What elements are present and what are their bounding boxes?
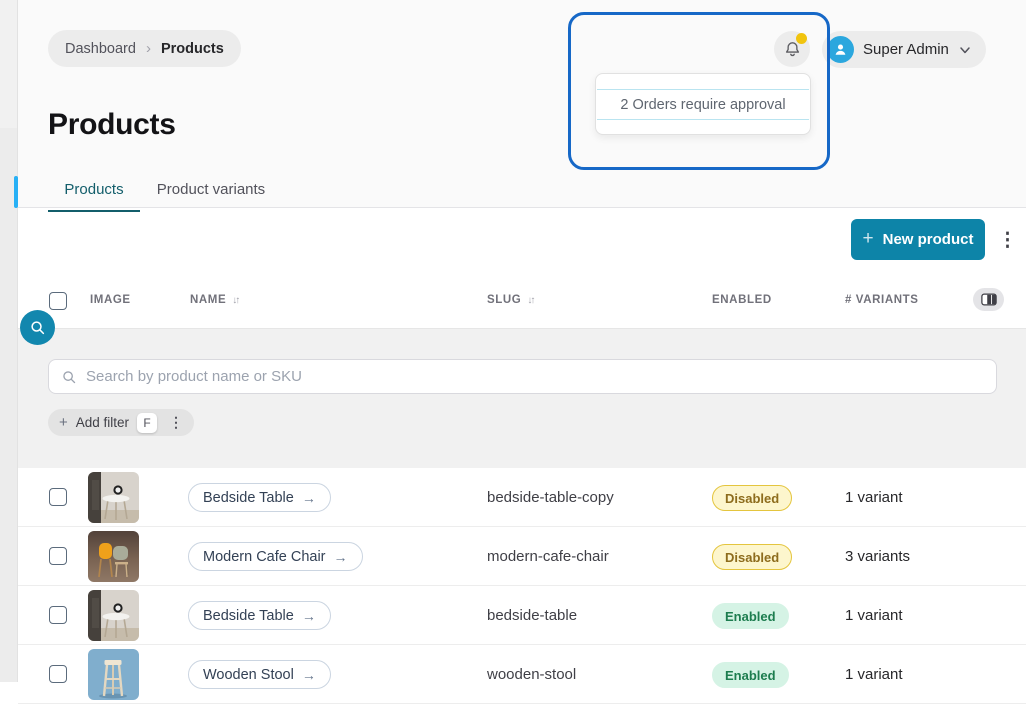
search-bar — [48, 359, 997, 394]
variant-count: 1 variant — [845, 666, 903, 683]
column-header-name[interactable]: NAME ↓↑ — [190, 294, 238, 306]
status-badge: Disabled — [712, 544, 792, 570]
row-checkbox[interactable] — [49, 488, 67, 506]
product-table-body: Bedside Table → bedside-table-copy Disab… — [18, 468, 1026, 704]
notification-popup[interactable]: 2 Orders require approval — [595, 73, 811, 135]
page-title: Products — [48, 108, 176, 142]
status-badge: Enabled — [712, 603, 789, 629]
add-filter-label: Add filter — [76, 415, 129, 430]
table-row: Bedside Table → bedside-table-copy Disab… — [18, 468, 1026, 527]
column-header-slug[interactable]: SLUG ↓↑ — [487, 294, 533, 306]
status-badge: Enabled — [712, 662, 789, 688]
chevron-down-icon — [958, 43, 972, 57]
breadcrumb-current: Products — [161, 41, 224, 57]
plus-icon: + — [59, 414, 68, 431]
table-row: Modern Cafe Chair → modern-cafe-chair Di… — [18, 527, 1026, 586]
row-checkbox[interactable] — [49, 547, 67, 565]
popup-divider — [597, 119, 809, 120]
breadcrumb-separator-icon: › — [146, 40, 151, 57]
product-slug: bedside-table-copy — [487, 489, 614, 506]
arrow-right-icon: → — [302, 490, 316, 506]
add-filter-button[interactable]: + Add filter F ⋮ — [48, 409, 194, 436]
product-name-link[interactable]: Bedside Table → — [188, 483, 331, 512]
arrow-right-icon: → — [334, 549, 348, 565]
search-icon — [61, 369, 77, 385]
filter-panel — [18, 328, 1026, 468]
product-image — [88, 472, 139, 523]
product-slug: modern-cafe-chair — [487, 548, 609, 565]
arrow-right-icon: → — [302, 667, 316, 683]
row-checkbox[interactable] — [49, 665, 67, 683]
column-header-enabled: ENABLED — [712, 294, 772, 306]
table-row: Wooden Stool → wooden-stool Enabled 1 va… — [18, 645, 1026, 704]
plus-icon: + — [863, 228, 874, 250]
new-product-button[interactable]: + New product — [851, 219, 985, 260]
sort-icon[interactable]: ↓↑ — [232, 295, 238, 306]
search-icon — [29, 319, 46, 336]
tab-product-variants[interactable]: Product variants — [150, 181, 272, 210]
popup-divider — [597, 89, 809, 90]
search-input[interactable] — [86, 368, 984, 385]
product-image — [88, 649, 139, 700]
user-menu-button[interactable]: Super Admin — [822, 31, 986, 68]
table-row: Bedside Table → bedside-table Enabled 1 … — [18, 586, 1026, 645]
filter-kebab-icon[interactable]: ⋮ — [169, 414, 183, 431]
tab-products[interactable]: Products — [48, 181, 140, 212]
select-all-checkbox[interactable] — [49, 292, 67, 310]
column-settings-button[interactable] — [973, 288, 1004, 311]
product-name-link[interactable]: Wooden Stool → — [188, 660, 331, 689]
breadcrumb: Dashboard › Products — [48, 30, 241, 67]
notification-badge-dot — [796, 33, 807, 44]
keyboard-shortcut-badge: F — [137, 413, 157, 433]
product-slug: wooden-stool — [487, 666, 576, 683]
sidebar-top-section — [0, 0, 17, 128]
sort-icon[interactable]: ↓↑ — [527, 295, 533, 306]
status-badge: Disabled — [712, 485, 792, 511]
search-fab-button[interactable] — [20, 310, 55, 345]
new-product-label: New product — [883, 231, 974, 248]
product-name-link[interactable]: Modern Cafe Chair → — [188, 542, 363, 571]
user-name: Super Admin — [863, 41, 949, 58]
product-image — [88, 590, 139, 641]
columns-icon — [981, 293, 997, 306]
column-header-image: IMAGE — [90, 294, 131, 306]
product-image — [88, 531, 139, 582]
kebab-menu-button[interactable]: ⋮ — [998, 228, 1016, 254]
breadcrumb-dashboard-link[interactable]: Dashboard — [65, 41, 136, 57]
product-slug: bedside-table — [487, 607, 577, 624]
product-name-link[interactable]: Bedside Table → — [188, 601, 331, 630]
avatar — [827, 36, 854, 63]
variant-count: 1 variant — [845, 489, 903, 506]
notification-message[interactable]: 2 Orders require approval — [596, 97, 810, 113]
column-header-variants: # VARIANTS — [845, 294, 919, 306]
variant-count: 1 variant — [845, 607, 903, 624]
variant-count: 3 variants — [845, 548, 910, 565]
row-checkbox[interactable] — [49, 606, 67, 624]
arrow-right-icon: → — [302, 608, 316, 624]
